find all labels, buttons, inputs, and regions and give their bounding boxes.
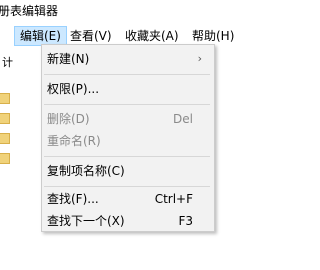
menu-copy-key-name-label: 复制项名称(C) [47,164,125,178]
menu-find-next-label: 查找下一个(X) [47,214,125,228]
menu-find[interactable]: 查找(F)... Ctrl+F [42,188,214,210]
folder-icon[interactable] [0,133,10,144]
menu-find-shortcut: Ctrl+F [154,192,193,206]
menu-file-partial[interactable] [0,26,15,46]
tree-header: 计 [2,56,13,69]
folder-icon[interactable] [0,93,10,104]
registry-tree-pane[interactable]: 计 [0,46,42,270]
edit-menu-dropdown: 新建(N) › 权限(P)... 删除(D) Del 重命名(R) 复制项名称(… [41,44,215,232]
menu-copy-key-name[interactable]: 复制项名称(C) [42,160,214,182]
menu-rename-label: 重命名(R) [47,134,101,148]
menu-favorites[interactable]: 收藏夹(A) [120,26,184,46]
menu-separator [44,156,210,157]
menu-delete-label: 删除(D) [47,112,90,126]
folder-icon[interactable] [0,113,10,124]
chevron-right-icon: › [197,52,202,65]
folder-icon[interactable] [0,153,10,164]
menu-rename[interactable]: 重命名(R) [42,130,214,152]
title-bar: 册表编辑器 [0,0,273,26]
menu-find-label: 查找(F)... [47,192,99,206]
menu-find-next-shortcut: F3 [178,214,193,228]
menu-help[interactable]: 帮助(H) [187,26,239,46]
menu-find-next[interactable]: 查找下一个(X) F3 [42,210,214,232]
menu-delete-shortcut: Del [173,112,193,126]
menu-bar: 编辑(E) 查看(V) 收藏夹(A) 帮助(H) [0,26,273,46]
menu-delete[interactable]: 删除(D) Del [42,108,214,130]
menu-permissions[interactable]: 权限(P)... [42,78,214,100]
menu-separator [44,74,210,75]
window-title: 册表编辑器 [0,4,59,18]
menu-permissions-label: 权限(P)... [47,82,100,96]
menu-new[interactable]: 新建(N) › [42,48,214,70]
menu-new-label: 新建(N) [47,52,90,66]
menu-separator [44,104,210,105]
menu-separator [44,186,210,187]
menu-view[interactable]: 查看(V) [65,26,117,46]
menu-edit[interactable]: 编辑(E) [14,26,67,46]
